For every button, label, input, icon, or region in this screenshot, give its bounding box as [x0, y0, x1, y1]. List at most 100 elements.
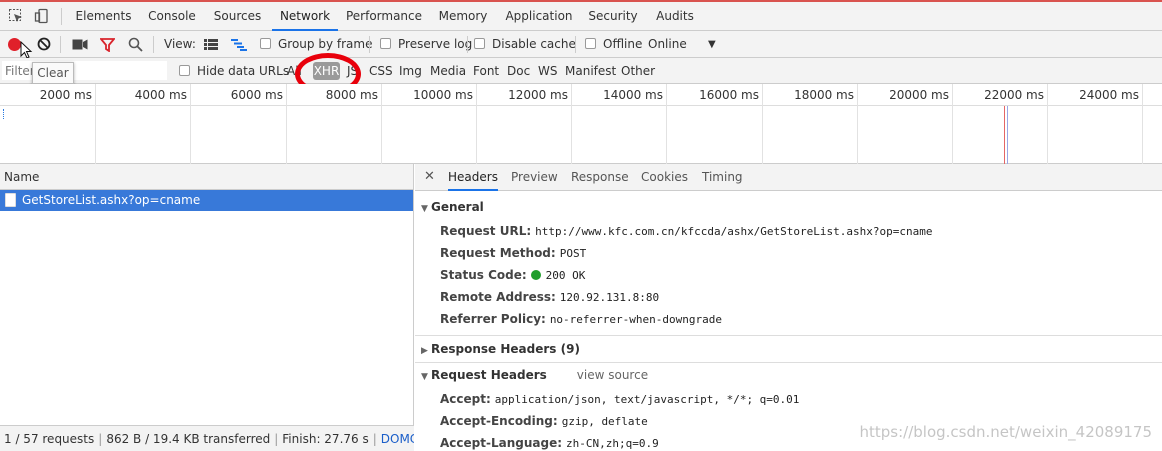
chevron-down-icon[interactable]: ▼ — [708, 31, 716, 58]
response-headers-title: Response Headers (9) — [431, 342, 580, 356]
timeline-tick-label: 10000 ms — [413, 88, 473, 102]
toolbar-divider — [60, 36, 61, 53]
timeline-gridline — [571, 84, 572, 164]
filter-ws[interactable]: WS — [538, 58, 557, 84]
request-url-row: Request URL: http://www.kfc.com.cn/kfccda… — [440, 224, 933, 238]
remote-address-key: Remote Address: — [440, 290, 556, 304]
request-headers-section-header[interactable]: ▼ Request Headers view source — [421, 368, 648, 382]
toolbar-divider — [369, 36, 370, 53]
view-label: View: — [164, 37, 196, 51]
timeline-gridline — [762, 84, 763, 164]
devtools-tabbar: Elements Console Sources Network Perform… — [0, 2, 1162, 31]
waterfall-overview-icon[interactable] — [231, 39, 247, 54]
domcontentloaded-time: DOMConte... — [380, 432, 414, 446]
disable-cache-checkbox[interactable]: Disable cache — [474, 31, 576, 58]
tab-elements[interactable]: Elements — [71, 2, 136, 31]
domcontentloaded-line — [1007, 106, 1008, 164]
throttling-value: Online — [648, 37, 687, 51]
filter-bar: Hide data URLs All XHR JS CSS Img Media … — [0, 58, 1162, 84]
offline-checkbox[interactable]: Offline — [585, 31, 642, 58]
timeline-gridline — [1142, 84, 1143, 164]
timeline-gridline — [857, 84, 858, 164]
timeline-gridline — [190, 84, 191, 164]
filter-font[interactable]: Font — [473, 58, 499, 84]
status-code-value: 200 OK — [545, 269, 586, 282]
general-section-header[interactable]: ▼ General — [421, 200, 484, 214]
search-icon[interactable] — [128, 37, 143, 55]
request-count: 1 / 57 requests — [4, 432, 95, 446]
tab-security[interactable]: Security — [585, 2, 641, 31]
timeline-gridline — [952, 84, 953, 164]
status-code-key: Status Code: — [440, 268, 527, 282]
request-detail-pane: ✕ Headers Preview Response Cookies Timin… — [415, 164, 1162, 451]
accept-encoding-value: gzip, deflate — [561, 415, 648, 428]
toolbar-divider — [467, 36, 468, 53]
filter-img[interactable]: Img — [399, 58, 422, 84]
close-icon[interactable]: ✕ — [424, 164, 435, 190]
request-method-row: Request Method: POST — [440, 246, 586, 260]
timeline-gridline — [95, 84, 96, 164]
expanded-triangle-icon: ▼ — [421, 204, 428, 214]
accept-language-row: Accept-Language: zh-CN,zh;q=0.9 — [440, 436, 659, 450]
tab-application[interactable]: Application — [502, 2, 576, 31]
filter-doc[interactable]: Doc — [507, 58, 530, 84]
preserve-log-checkbox[interactable]: Preserve log — [380, 31, 472, 58]
table-row[interactable]: GetStoreList.ashx?op=cname — [0, 190, 413, 211]
hide-data-urls-checkbox[interactable]: Hide data URLs — [179, 58, 289, 84]
filter-css[interactable]: CSS — [369, 58, 393, 84]
tab-timing[interactable]: Timing — [702, 164, 743, 191]
request-method-value: POST — [559, 247, 587, 260]
device-toolbar-icon[interactable] — [34, 8, 50, 24]
filter-other[interactable]: Other — [621, 58, 655, 84]
accept-encoding-key: Accept-Encoding: — [440, 414, 558, 428]
view-source-link[interactable]: view source — [577, 368, 648, 382]
tab-cookies[interactable]: Cookies — [641, 164, 688, 191]
remote-address-row: Remote Address: 120.92.131.8:80 — [440, 290, 659, 304]
response-headers-section-header[interactable]: ▶ Response Headers (9) — [421, 342, 580, 356]
network-toolbar: View: Group by frame Preserve log Disabl… — [0, 31, 1162, 59]
tab-sources[interactable]: Sources — [209, 2, 266, 31]
accept-encoding-row: Accept-Encoding: gzip, deflate — [440, 414, 648, 428]
timeline-tick-label: 8000 ms — [325, 88, 378, 102]
filter-manifest[interactable]: Manifest — [565, 58, 616, 84]
referrer-policy-key: Referrer Policy: — [440, 312, 546, 326]
disable-cache-label: Disable cache — [492, 37, 576, 51]
clear-tooltip: Clear — [32, 62, 74, 84]
filter-media[interactable]: Media — [430, 58, 466, 84]
accept-value: application/json, text/javascript, */*; … — [494, 393, 800, 406]
group-by-frame-label: Group by frame — [278, 37, 373, 51]
throttling-select[interactable]: Online — [648, 31, 687, 58]
timeline-tick-label: 22000 ms — [984, 88, 1044, 102]
tab-audits[interactable]: Audits — [650, 2, 700, 31]
tab-console[interactable]: Console — [142, 2, 202, 31]
tab-preview[interactable]: Preview — [511, 164, 558, 191]
large-rows-icon[interactable] — [204, 39, 218, 53]
accept-header-row: Accept: application/json, text/javascript… — [440, 392, 799, 406]
inspect-element-icon[interactable] — [8, 8, 24, 24]
request-url-key: Request URL: — [440, 224, 532, 238]
tab-memory[interactable]: Memory — [433, 2, 493, 31]
detail-tabbar: ✕ Headers Preview Response Cookies Timin… — [415, 164, 1162, 191]
tab-headers[interactable]: Headers — [448, 164, 498, 191]
timeline-tick-label: 6000 ms — [230, 88, 283, 102]
timeline-tick-label: 14000 ms — [603, 88, 663, 102]
timeline-gridline — [381, 84, 382, 164]
filter-icon[interactable] — [99, 38, 116, 55]
section-divider — [415, 335, 1162, 336]
load-event-line — [1004, 106, 1005, 164]
timeline-gridline — [666, 84, 667, 164]
name-column-header[interactable]: Name — [0, 164, 413, 190]
timeline-overview[interactable]: 2000 ms 4000 ms 6000 ms 8000 ms 10000 ms 1200… — [0, 84, 1162, 164]
accept-language-key: Accept-Language: — [440, 436, 563, 450]
capture-screenshots-icon[interactable] — [72, 39, 88, 53]
tab-network[interactable]: Network — [272, 2, 338, 31]
expanded-triangle-icon: ▼ — [421, 372, 428, 382]
tab-response[interactable]: Response — [571, 164, 629, 191]
request-method-key: Request Method: — [440, 246, 556, 260]
clear-icon[interactable] — [37, 37, 51, 54]
toolbar-divider — [153, 36, 154, 53]
remote-address-value: 120.92.131.8:80 — [559, 291, 660, 304]
timeline-gridline — [1047, 84, 1048, 164]
tab-performance[interactable]: Performance — [345, 2, 423, 31]
filter-input[interactable] — [2, 61, 167, 80]
